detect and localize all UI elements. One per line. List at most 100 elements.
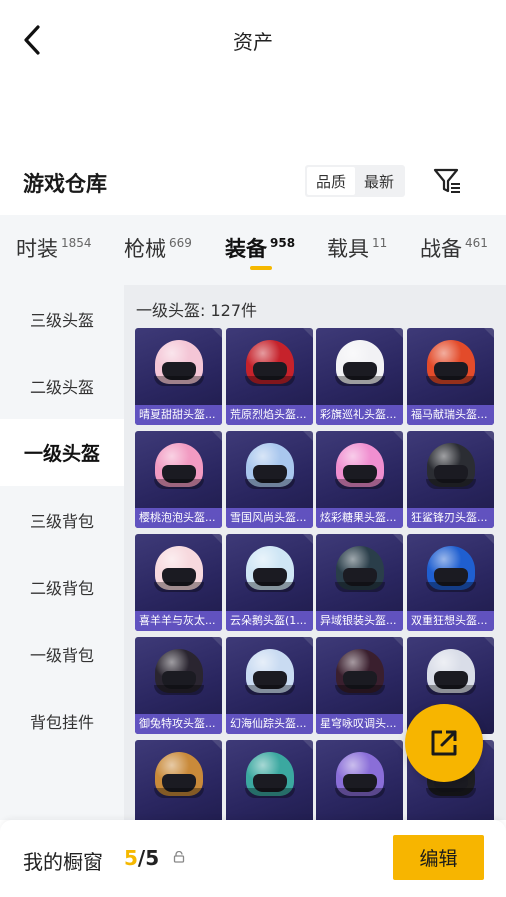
item-tile[interactable]: 炫彩糖果头盔...: [316, 431, 403, 528]
item-tile[interactable]: [135, 740, 222, 820]
share-button[interactable]: [405, 704, 483, 782]
helmet-icon: [424, 443, 478, 503]
helmet-icon: [333, 546, 387, 606]
tab-supplies[interactable]: 战备 461: [420, 233, 488, 263]
item-tile[interactable]: 御兔特攻头盔...: [135, 637, 222, 734]
showcase-label: 我的橱窗: [23, 850, 103, 874]
side-item-level2-helmet[interactable]: 二级头盔: [0, 352, 124, 419]
asset-page: 资产 游戏仓库 品质 最新 时装 1854 枪械 669 装备 958 载具 1…: [0, 0, 506, 897]
helmet-rim: [153, 376, 204, 386]
item-tile[interactable]: 幻海仙踪头盔...: [226, 637, 313, 734]
helmet-rim: [425, 376, 476, 386]
helmet-icon: [152, 546, 206, 606]
helmet-rim: [425, 479, 476, 489]
item-tile[interactable]: 异域银装头盔...: [316, 534, 403, 631]
item-name: 双重狂想头盔...: [407, 611, 494, 631]
item-tile[interactable]: 狂鲨锋刃头盔...: [407, 431, 494, 528]
sort-toggle: 品质 最新: [305, 165, 405, 197]
item-tile[interactable]: [226, 740, 313, 820]
tab-equipment[interactable]: 装备 958: [225, 233, 295, 263]
tab-label: 载具: [327, 237, 369, 261]
helmet-icon: [424, 649, 478, 709]
tab-weapons[interactable]: 枪械 669: [124, 233, 192, 263]
side-item-level3-backpack[interactable]: 三级背包: [0, 486, 124, 553]
helmet-icon: [424, 546, 478, 606]
helmet-icon: [243, 752, 297, 812]
helmet-rim: [244, 376, 295, 386]
helmet-rim: [153, 685, 204, 695]
item-name: 荒原烈焰头盔...: [226, 405, 313, 425]
filter-button[interactable]: [430, 164, 464, 198]
helmet-icon: [333, 340, 387, 400]
item-tile[interactable]: 晴夏甜甜头盔...: [135, 328, 222, 425]
showcase-current: 5: [124, 846, 138, 870]
showcase-bar: 我的橱窗 5/5 编辑: [0, 820, 506, 897]
warehouse-header: 游戏仓库 品质 最新: [0, 160, 506, 204]
helmet-icon: [152, 443, 206, 503]
helmet-rim: [244, 788, 295, 798]
item-name: 喜羊羊与灰太...: [135, 611, 222, 631]
helmet-rim: [334, 479, 385, 489]
item-name: 异域银装头盔...: [316, 611, 403, 631]
item-name: 晴夏甜甜头盔...: [135, 405, 222, 425]
item-name: 福马献瑞头盔...: [407, 405, 494, 425]
category-tabs: 时装 1854 枪械 669 装备 958 载具 11 战备 461: [0, 215, 506, 285]
helmet-icon: [333, 443, 387, 503]
helmet-rim: [425, 788, 476, 798]
active-tab-indicator: [250, 266, 272, 270]
sort-option-latest[interactable]: 最新: [355, 167, 403, 195]
item-tile[interactable]: 彩旗巡礼头盔...: [316, 328, 403, 425]
tab-fashion[interactable]: 时装 1854: [16, 233, 92, 263]
helmet-icon: [333, 649, 387, 709]
side-item-backpack-charm[interactable]: 背包挂件: [0, 687, 124, 754]
header-bar: 资产: [0, 0, 506, 80]
item-name: 御兔特攻头盔...: [135, 714, 222, 734]
helmet-rim: [334, 582, 385, 592]
helmet-rim: [334, 376, 385, 386]
helmet-rim: [244, 582, 295, 592]
item-name: 雪国风尚头盔...: [226, 508, 313, 528]
item-tile[interactable]: 福马献瑞头盔...: [407, 328, 494, 425]
tab-count: 1854: [61, 236, 92, 250]
sort-option-quality[interactable]: 品质: [307, 167, 355, 195]
helmet-rim: [425, 685, 476, 695]
tab-label: 装备: [225, 237, 267, 261]
tab-count: 11: [372, 236, 388, 250]
helmet-rim: [334, 685, 385, 695]
item-tile[interactable]: 星穹咏叹调头...: [316, 637, 403, 734]
grid-title: 一级头盔: 127件: [136, 301, 258, 320]
item-tile[interactable]: 荒原烈焰头盔...: [226, 328, 313, 425]
helmet-icon: [424, 340, 478, 400]
lock-icon: [173, 851, 185, 863]
item-tile[interactable]: 樱桃泡泡头盔...: [135, 431, 222, 528]
item-tile[interactable]: 雪国风尚头盔...: [226, 431, 313, 528]
item-name: 星穹咏叹调头...: [316, 714, 403, 734]
item-tile[interactable]: 双重狂想头盔...: [407, 534, 494, 631]
tab-label: 战备: [420, 237, 462, 261]
side-item-level1-backpack[interactable]: 一级背包: [0, 620, 124, 687]
tab-vehicles[interactable]: 载具 11: [327, 233, 387, 263]
side-item-level1-helmet[interactable]: 一级头盔: [0, 419, 124, 486]
helmet-rim: [244, 479, 295, 489]
helmet-icon: [152, 649, 206, 709]
tab-count: 958: [270, 236, 296, 250]
helmet-rim: [244, 685, 295, 695]
item-name: 樱桃泡泡头盔...: [135, 508, 222, 528]
helmet-icon: [152, 340, 206, 400]
warehouse-title: 游戏仓库: [23, 172, 107, 196]
edit-button[interactable]: 编辑: [393, 835, 484, 880]
side-menu: 三级头盔 二级头盔 一级头盔 三级背包 二级背包 一级背包 背包挂件: [0, 285, 124, 820]
item-tile[interactable]: 喜羊羊与灰太...: [135, 534, 222, 631]
helmet-icon: [243, 443, 297, 503]
helmet-icon: [243, 649, 297, 709]
tab-label: 枪械: [124, 237, 166, 261]
item-tile[interactable]: 云朵鹅头盔(1...: [226, 534, 313, 631]
item-tile[interactable]: [316, 740, 403, 820]
side-item-level3-helmet[interactable]: 三级头盔: [0, 285, 124, 352]
helmet-rim: [334, 788, 385, 798]
item-name: 狂鲨锋刃头盔...: [407, 508, 494, 528]
side-item-level2-backpack[interactable]: 二级背包: [0, 553, 124, 620]
helmet-icon: [333, 752, 387, 812]
tab-count: 669: [169, 236, 192, 250]
item-name: 彩旗巡礼头盔...: [316, 405, 403, 425]
